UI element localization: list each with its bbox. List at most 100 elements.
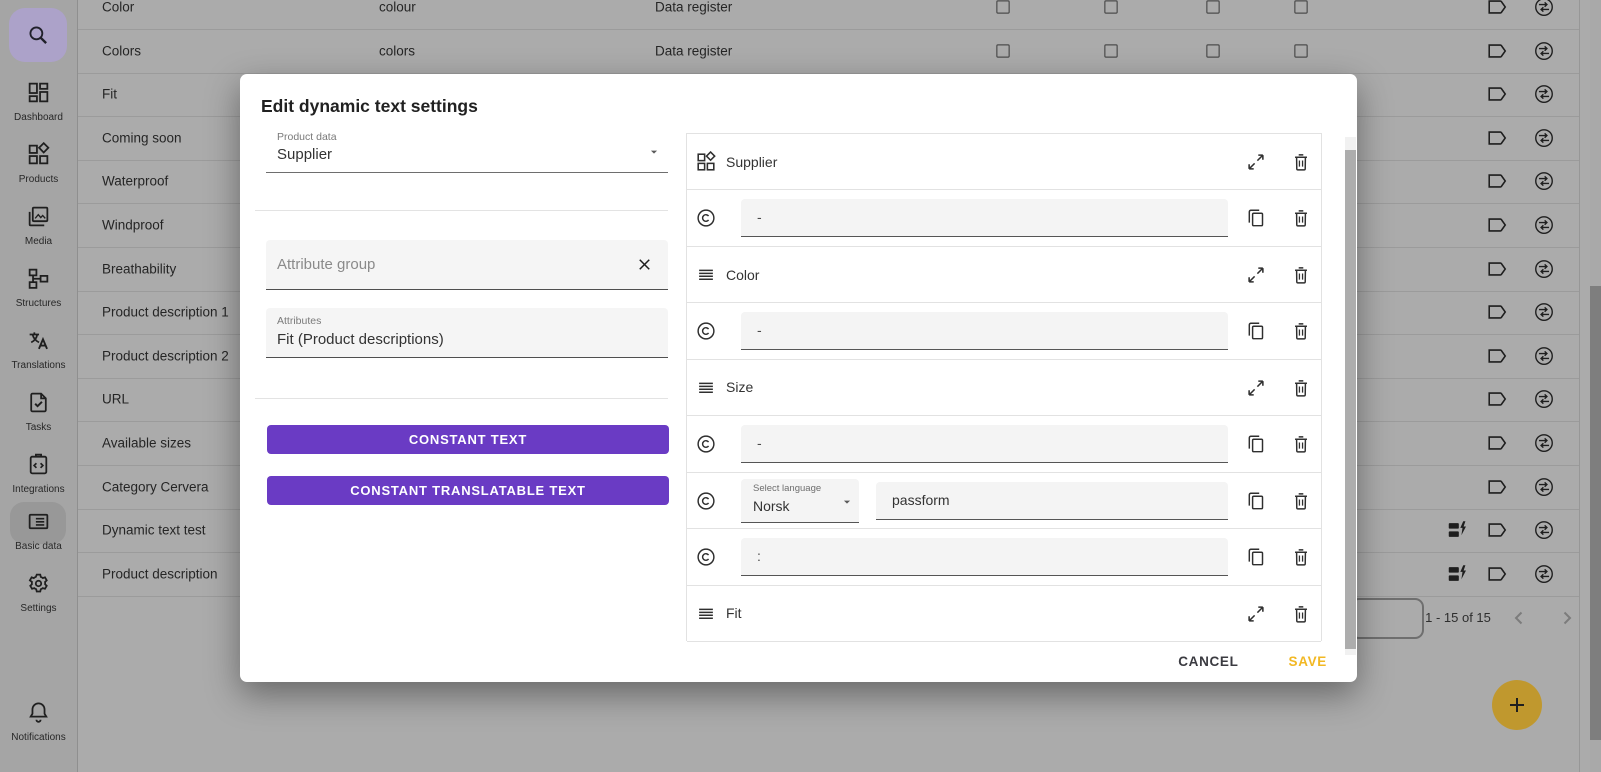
dynamic-feed-icon[interactable] [1446,563,1468,585]
tag-icon[interactable] [1486,432,1508,454]
checkbox[interactable] [1102,42,1120,60]
search-button[interactable] [9,8,67,62]
language-select[interactable]: Select language Norsk [741,479,859,523]
cancel-button[interactable]: CANCEL [1172,653,1244,670]
sidebar-item-tasks[interactable]: Tasks [0,390,77,433]
constant-text-button[interactable]: CONSTANT TEXT [267,425,669,454]
constant-translatable-text-button[interactable]: CONSTANT TRANSLATABLE TEXT [267,476,669,505]
expand-icon[interactable] [1245,377,1267,399]
tag-icon[interactable] [1486,170,1508,192]
delete-icon[interactable] [1290,151,1312,173]
swap-icon[interactable] [1533,519,1555,541]
checkbox[interactable] [1204,0,1222,16]
tag-icon[interactable] [1486,476,1508,498]
tag-icon[interactable] [1486,345,1508,367]
tag-icon[interactable] [1486,519,1508,541]
previous-page-button[interactable] [1507,606,1531,630]
drag-handle-icon[interactable] [695,264,717,286]
row-code: colors [379,43,415,58]
clear-icon[interactable] [635,255,654,274]
swap-icon[interactable] [1533,476,1555,498]
copy-icon[interactable] [1245,207,1267,229]
swap-icon[interactable] [1533,214,1555,236]
copy-icon[interactable] [1245,546,1267,568]
swap-icon[interactable] [1533,83,1555,105]
sidebar-item-notifications[interactable]: Notifications [0,700,77,743]
table-row[interactable]: Colors colors Data register [78,29,1579,74]
sidebar-item-media[interactable]: Media [0,204,77,247]
dashboard-icon [26,80,51,105]
expand-icon[interactable] [1245,151,1267,173]
checkbox[interactable] [994,0,1012,16]
delete-icon[interactable] [1290,546,1312,568]
product-data-select[interactable]: Product data Supplier [266,130,668,173]
tag-icon[interactable] [1486,40,1508,62]
swap-icon[interactable] [1533,170,1555,192]
language-select-label: Select language [753,483,821,494]
sidebar-item-translations[interactable]: Translations [0,328,77,371]
constant-text-input[interactable]: - [741,199,1228,237]
swap-icon[interactable] [1533,40,1555,62]
checkbox[interactable] [1102,0,1120,16]
dynamic-feed-icon[interactable] [1446,519,1468,541]
delete-icon[interactable] [1290,433,1312,455]
attributes-field[interactable]: Attributes Fit (Product descriptions) [266,308,668,358]
constant-text-input[interactable]: : [741,538,1228,576]
add-button[interactable] [1492,680,1542,730]
row-name: Product description 1 [102,305,229,320]
page-scrollbar[interactable] [1590,0,1601,772]
sidebar-item-label: Basic data [0,541,77,552]
checkbox[interactable] [994,42,1012,60]
sidebar-item-dashboard[interactable]: Dashboard [0,80,77,123]
tag-icon[interactable] [1486,83,1508,105]
translatable-text-input[interactable]: passform [876,482,1228,520]
drag-handle-icon[interactable] [695,603,717,625]
swap-icon[interactable] [1533,258,1555,280]
checkbox[interactable] [1292,0,1310,16]
attribute-group-field[interactable]: Attribute group [266,240,668,290]
delete-icon[interactable] [1290,207,1312,229]
drag-handle-icon[interactable] [695,377,717,399]
swap-icon[interactable] [1533,301,1555,323]
tag-icon[interactable] [1486,214,1508,236]
constant-text-input[interactable]: - [741,312,1228,350]
tag-icon[interactable] [1486,388,1508,410]
tag-icon[interactable] [1486,258,1508,280]
tag-icon[interactable] [1486,563,1508,585]
expand-icon[interactable] [1245,264,1267,286]
delete-icon[interactable] [1290,264,1312,286]
drag-handle-icon[interactable] [695,151,717,173]
constant-text-input[interactable]: - [741,425,1228,463]
sidebar-item-structures[interactable]: Structures [0,266,77,309]
sidebar-item-settings[interactable]: Settings [0,571,77,614]
copy-icon[interactable] [1245,490,1267,512]
dialog-scrollbar-thumb[interactable] [1345,150,1356,649]
swap-icon[interactable] [1533,432,1555,454]
checkbox[interactable] [1204,42,1222,60]
sidebar-item-integrations[interactable]: Integrations [0,452,77,495]
swap-icon[interactable] [1533,0,1555,18]
delete-icon[interactable] [1290,490,1312,512]
tag-icon[interactable] [1486,127,1508,149]
tag-icon[interactable] [1486,0,1508,18]
delete-icon[interactable] [1290,320,1312,342]
checkbox[interactable] [1292,42,1310,60]
sidebar-item-basic-data[interactable]: Basic data [0,509,77,552]
table-row[interactable]: Color colour Data register [78,0,1579,30]
swap-icon[interactable] [1533,388,1555,410]
swap-icon[interactable] [1533,127,1555,149]
tag-icon[interactable] [1486,301,1508,323]
copy-icon[interactable] [1245,320,1267,342]
expand-icon[interactable] [1245,603,1267,625]
swap-icon[interactable] [1533,345,1555,367]
next-page-button[interactable] [1555,606,1579,630]
dialog-scrollbar[interactable] [1345,137,1356,655]
copy-icon[interactable] [1245,433,1267,455]
delete-icon[interactable] [1290,377,1312,399]
page-scrollbar-thumb[interactable] [1590,286,1601,740]
sidebar-item-products[interactable]: Products [0,142,77,185]
delete-icon[interactable] [1290,603,1312,625]
task-icon [26,390,51,415]
swap-icon[interactable] [1533,563,1555,585]
save-button[interactable]: SAVE [1283,653,1333,670]
